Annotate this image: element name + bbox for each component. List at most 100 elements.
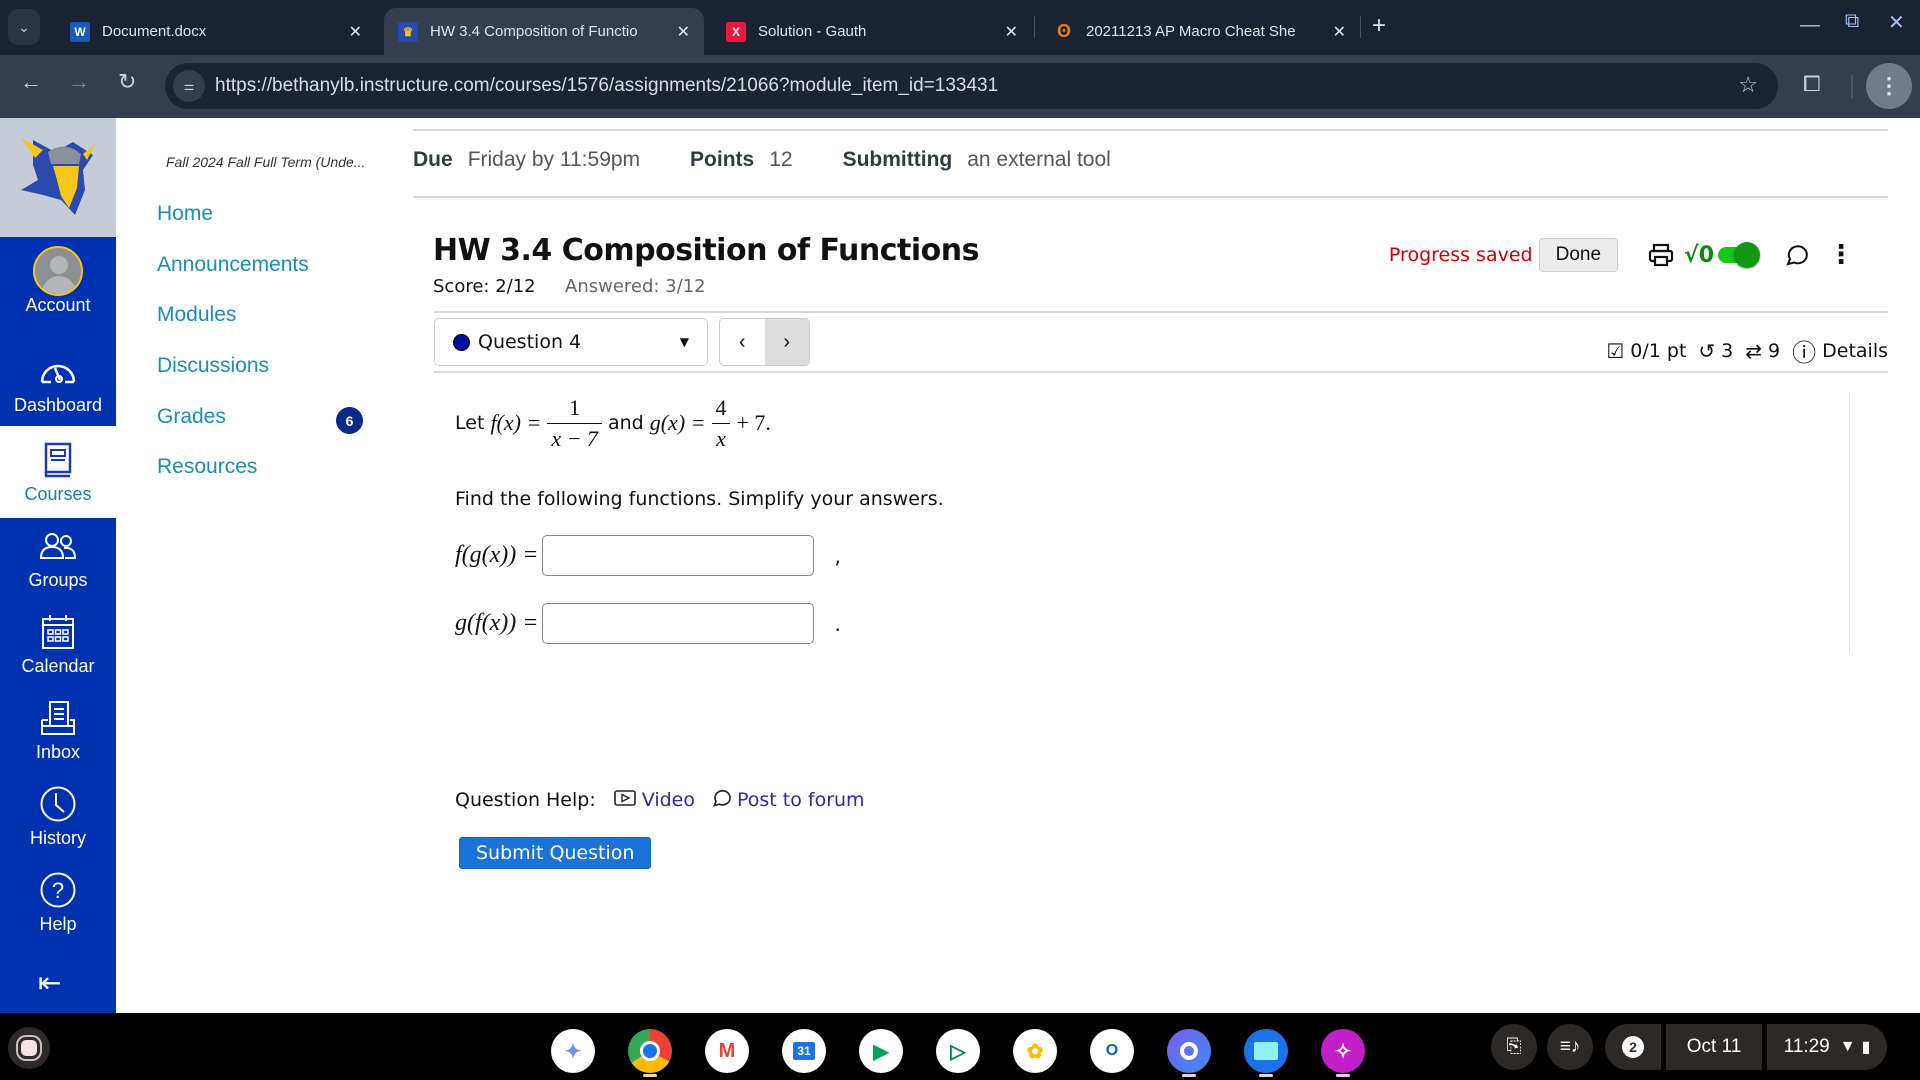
school-logo[interactable] xyxy=(0,118,116,237)
copilot-app-icon[interactable] xyxy=(1167,1029,1211,1073)
restore-button[interactable]: ⧉ xyxy=(1845,10,1859,33)
url-text[interactable]: https://bethanylb.instructure.com/course… xyxy=(215,75,998,97)
details-link[interactable]: Details xyxy=(1822,340,1888,362)
gauth-icon: X xyxy=(726,21,746,42)
gmail-app-icon[interactable]: M xyxy=(705,1029,749,1073)
tab-gauth[interactable]: X Solution - Gauth ✕ xyxy=(712,8,1032,55)
gemini-app-icon[interactable]: ✦ xyxy=(551,1029,595,1073)
play-store-app-icon[interactable]: ▷ xyxy=(936,1029,980,1073)
global-nav-help[interactable]: ? Help xyxy=(0,859,116,945)
global-nav-courses[interactable]: Courses xyxy=(0,426,116,518)
math-entry-icon[interactable]: √0 xyxy=(1684,243,1714,268)
svg-text:?: ? xyxy=(52,878,64,903)
done-button[interactable]: Done xyxy=(1538,238,1619,272)
main-content: Due Friday by 11:59pm Points 12 Submitti… xyxy=(413,118,1920,1013)
reload-icon: ↻ xyxy=(118,69,137,94)
forum-bubble-icon xyxy=(711,788,731,812)
running-indicator xyxy=(1182,1074,1196,1077)
tab-document[interactable]: W Document.docx ✕ xyxy=(56,8,376,55)
question-statement: Let f(x) = 1 x − 7 and g(x) = 4 x + 7. xyxy=(455,394,771,451)
close-icon[interactable]: ✕ xyxy=(1333,22,1346,42)
course-term: Fall 2024 Fall Full Term (Unde... xyxy=(166,154,366,170)
tab-homework[interactable]: ♛ HW 3.4 Composition of Functio ✕ xyxy=(384,8,704,55)
new-tab-button[interactable]: + xyxy=(1372,12,1386,40)
minimize-button[interactable]: — xyxy=(1800,14,1820,37)
course-nav-home[interactable]: Home xyxy=(157,202,213,226)
info-icon[interactable]: ⓘ xyxy=(1792,333,1816,368)
close-icon[interactable]: ✕ xyxy=(349,22,362,42)
math-entry-toggle[interactable] xyxy=(1718,242,1760,268)
question-meta: ☑ 0/1 pt ↺ 3 ⇄ 9 ⓘ Details xyxy=(1606,333,1888,368)
calendar-app-icon[interactable]: 31 xyxy=(782,1029,826,1073)
course-nav-grades[interactable]: Grades xyxy=(157,405,226,429)
files-app-icon[interactable] xyxy=(1244,1029,1288,1073)
site-info-button[interactable]: ⚌ xyxy=(173,70,205,102)
question-select[interactable]: Question 4 ▼ xyxy=(434,318,708,366)
global-nav-dashboard[interactable]: Dashboard xyxy=(0,340,116,426)
canvas-app-icon[interactable]: ✧ xyxy=(1321,1029,1365,1073)
bookmark-star-icon[interactable]: ☆ xyxy=(1738,72,1758,98)
submit-question-button[interactable]: Submit Question xyxy=(459,837,652,869)
close-icon[interactable]: ✕ xyxy=(1005,22,1018,42)
question-border xyxy=(1849,393,1850,653)
global-nav-groups[interactable]: Groups xyxy=(0,515,116,601)
clock: 11:29 xyxy=(1783,1036,1830,1057)
extensions-puzzle-icon[interactable]: ⧠ xyxy=(1803,71,1821,97)
chevron-right-icon: › xyxy=(783,330,791,353)
holding-space-button[interactable]: ⎘ xyxy=(1491,1024,1537,1070)
answer-row-gf: g(f(x)) = . xyxy=(455,603,841,644)
tab-search-button[interactable]: ⌄ xyxy=(8,9,40,45)
browser-toolbar: ← → ↻ ⚌ https://bethanylb.instructure.co… xyxy=(0,55,1920,118)
course-nav-discussions[interactable]: Discussions xyxy=(157,354,269,378)
running-indicator xyxy=(1336,1074,1350,1077)
answer-input-g-of-f[interactable] xyxy=(542,603,815,644)
course-nav-announcements[interactable]: Announcements xyxy=(157,253,309,277)
date-tray[interactable]: Oct 11 xyxy=(1666,1024,1762,1070)
grades-count-badge: 6 xyxy=(336,407,363,434)
inbox-icon xyxy=(40,698,76,738)
submitting-label: Submitting xyxy=(842,148,953,171)
video-icon xyxy=(613,790,636,810)
video-link[interactable]: Video xyxy=(613,789,695,811)
address-bar[interactable]: ⚌ https://bethanylb.instructure.com/cour… xyxy=(165,63,1778,109)
close-window-button[interactable]: ✕ xyxy=(1888,10,1905,35)
global-nav-calendar[interactable]: Calendar xyxy=(0,601,116,687)
answer-input-f-of-g[interactable] xyxy=(542,535,815,576)
post-to-forum-link[interactable]: Post to forum xyxy=(711,788,865,812)
battery-icon: ▮ xyxy=(1861,1039,1871,1056)
close-icon[interactable]: ✕ xyxy=(677,22,690,42)
progress-status: Progress saved xyxy=(1388,244,1533,266)
status-tray[interactable]: 11:29 ▼ ▮ xyxy=(1767,1024,1887,1070)
reload-button[interactable]: ↻ xyxy=(118,69,136,95)
homework-toolbar: Progress saved Done √0 ⋮ xyxy=(1389,238,1864,272)
photos-app-icon[interactable]: ✿ xyxy=(1013,1029,1057,1073)
collapse-arrow-icon: ⇤ xyxy=(38,967,62,998)
next-question-button[interactable]: › xyxy=(764,319,809,365)
course-nav-modules[interactable]: Modules xyxy=(157,303,236,327)
course-nav-resources[interactable]: Resources xyxy=(157,455,257,479)
previous-question-button[interactable]: ‹ xyxy=(720,319,765,365)
history-icon xyxy=(39,784,77,824)
outlook-app-icon[interactable]: O xyxy=(1090,1029,1134,1073)
browser-menu-button[interactable]: ⋮ xyxy=(1866,63,1912,109)
tab-separator xyxy=(1034,16,1035,38)
collapse-nav-button[interactable]: ⇤ xyxy=(38,966,61,999)
meet-app-icon[interactable]: ▶ xyxy=(859,1029,903,1073)
back-button[interactable]: ← xyxy=(20,69,42,95)
media-controls-button[interactable]: ≡♪ xyxy=(1547,1024,1593,1070)
checkbox-icon: ☑ xyxy=(1606,338,1625,363)
more-options-icon[interactable]: ⋮ xyxy=(1828,240,1854,270)
viking-icon: ♛ xyxy=(398,21,418,42)
global-nav-history[interactable]: History xyxy=(0,773,116,859)
tab-macro-cheat-sheet[interactable]: ʘ 20211213 AP Macro Cheat She ✕ xyxy=(1040,8,1360,55)
launcher-button[interactable] xyxy=(8,1027,50,1069)
global-nav-inbox[interactable]: Inbox xyxy=(0,687,116,773)
forward-button[interactable]: → xyxy=(68,69,90,95)
assignment-details: Due Friday by 11:59pm Points 12 Submitti… xyxy=(413,148,1161,172)
chrome-app-icon[interactable] xyxy=(628,1029,672,1073)
print-icon[interactable] xyxy=(1648,243,1674,267)
global-nav-account[interactable]: Account xyxy=(0,240,116,326)
chat-bubble-icon[interactable] xyxy=(1784,243,1808,267)
viking-logo-icon xyxy=(21,138,95,215)
notifications-button[interactable]: 2 xyxy=(1605,1024,1661,1070)
